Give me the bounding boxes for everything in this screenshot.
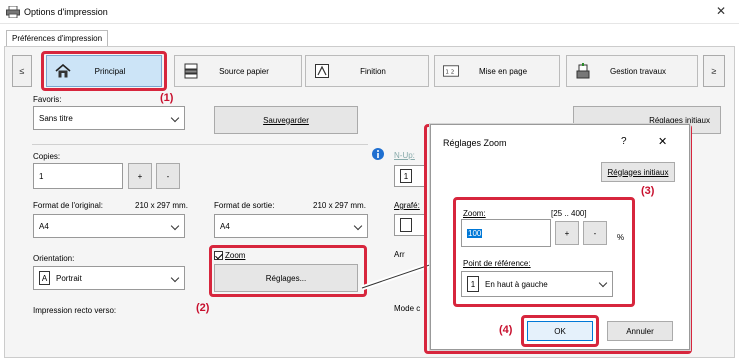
mode-label: Mode c <box>394 304 421 313</box>
tab-source-papier[interactable]: Source papier <box>174 55 302 87</box>
dialog-zoom-range: [25 .. 400] <box>551 209 587 218</box>
zoom-settings-dialog: Réglages Zoom ? ✕ Réglages initiaux (3) … <box>430 124 690 350</box>
orientation-label: Orientation: <box>33 254 75 263</box>
finishing-icon <box>314 63 330 79</box>
dialog-zoom-label: Zoom: <box>463 209 486 218</box>
layout-icon: 1 2 <box>443 63 459 79</box>
dialog-close-button[interactable]: ✕ <box>658 135 667 148</box>
dialog-help-button[interactable]: ? <box>621 136 627 147</box>
job-management-icon <box>575 63 591 79</box>
orientation-value: Portrait <box>56 273 82 283</box>
dialog-initial-settings-label: Réglages initiaux <box>607 167 669 177</box>
callout-4-label: (4) <box>499 324 513 336</box>
callout-2-label: (2) <box>196 302 210 314</box>
tab-gestion-travaux-label: Gestion travaux <box>609 66 667 76</box>
copies-increment-button[interactable]: + <box>128 163 152 189</box>
favorites-value: Sans titre <box>39 113 73 123</box>
callout-1-label: (1) <box>160 92 174 104</box>
svg-text:1 2: 1 2 <box>445 69 454 75</box>
dialog-zoom-decrement-button[interactable]: - <box>583 221 607 245</box>
tab-gestion-travaux[interactable]: Gestion travaux <box>566 55 698 87</box>
staple-page-icon <box>400 218 412 232</box>
tab-source-papier-label: Source papier <box>219 66 269 76</box>
portrait-icon: A <box>39 271 50 285</box>
copies-decrement-button[interactable]: - <box>156 163 180 189</box>
output-size-label: Format de sortie: <box>214 201 275 210</box>
copies-label: Copies: <box>33 152 61 161</box>
output-size-value: A4 <box>220 221 230 231</box>
staple-label: Agrafé: <box>394 201 420 210</box>
separator-line <box>32 144 368 145</box>
dialog-cancel-button[interactable]: Annuler <box>607 321 673 341</box>
dialog-title: Réglages Zoom <box>443 138 507 148</box>
window-close-button[interactable]: ✕ <box>716 4 726 18</box>
original-size-select[interactable]: A4 <box>33 214 185 238</box>
dialog-zoom-unit: % <box>617 233 625 242</box>
nup-select[interactable]: 1 <box>394 165 426 187</box>
tab-print-preferences[interactable]: Préférences d'impression <box>6 30 109 47</box>
tab-mise-en-page-label: Mise en page <box>478 66 528 76</box>
printer-icon <box>6 6 20 18</box>
callout-3-label: (3) <box>641 185 655 197</box>
reference-point-label: Point de référence: <box>463 259 531 268</box>
reference-point-select[interactable]: 1 En haut à gauche <box>461 271 613 297</box>
tab-finition[interactable]: Finition <box>305 55 429 87</box>
nup-label: N-Up: <box>394 151 415 160</box>
orientation-select[interactable]: A Portrait <box>33 266 185 290</box>
original-size-value: A4 <box>39 221 49 231</box>
dialog-zoom-input[interactable]: 100 <box>461 219 551 247</box>
original-size-dimensions: 210 x 297 mm. <box>135 201 188 210</box>
print-options-window: Options d'impression ✕ Préférences d'imp… <box>0 0 739 358</box>
save-favorites-button[interactable]: Sauvegarder <box>214 106 358 134</box>
window-title: Options d'impression <box>24 7 108 17</box>
dialog-cancel-label: Annuler <box>626 326 654 336</box>
reference-point-value: En haut à gauche <box>485 279 548 289</box>
original-size-label: Format de l'original: <box>33 201 103 210</box>
favorites-select[interactable]: Sans titre <box>33 106 185 130</box>
tab-mise-en-page[interactable]: 1 2 Mise en page <box>434 55 560 87</box>
dialog-zoom-increment-button[interactable]: + <box>555 221 579 245</box>
dialog-initial-settings-button[interactable]: Réglages initiaux <box>601 162 675 182</box>
callout-1-highlight <box>41 51 167 91</box>
dialog-zoom-value: 100 <box>467 228 483 238</box>
copies-value: 1 <box>39 171 44 181</box>
copies-input[interactable]: 1 <box>33 163 123 189</box>
duplex-label: Impression recto verso: <box>33 306 117 315</box>
info-icon <box>372 148 384 160</box>
top-left-reference-icon: 1 <box>467 276 479 292</box>
nup-page-icon: 1 <box>400 169 412 183</box>
output-size-select[interactable]: A4 <box>214 214 368 238</box>
output-size-dimensions: 210 x 297 mm. <box>313 201 366 210</box>
callout-4-highlight <box>521 315 599 347</box>
scroll-right-button[interactable]: ≥ <box>703 55 725 87</box>
scroll-left-button[interactable]: ≤ <box>12 55 32 87</box>
staple-select[interactable] <box>394 214 426 236</box>
favorites-label: Favoris: <box>33 95 62 104</box>
tab-finition-label: Finition <box>360 66 386 76</box>
paper-tray-icon <box>183 63 199 79</box>
save-favorites-label: Sauvegarder <box>263 115 309 125</box>
title-bar <box>0 0 739 24</box>
callout-2-highlight <box>209 245 367 297</box>
